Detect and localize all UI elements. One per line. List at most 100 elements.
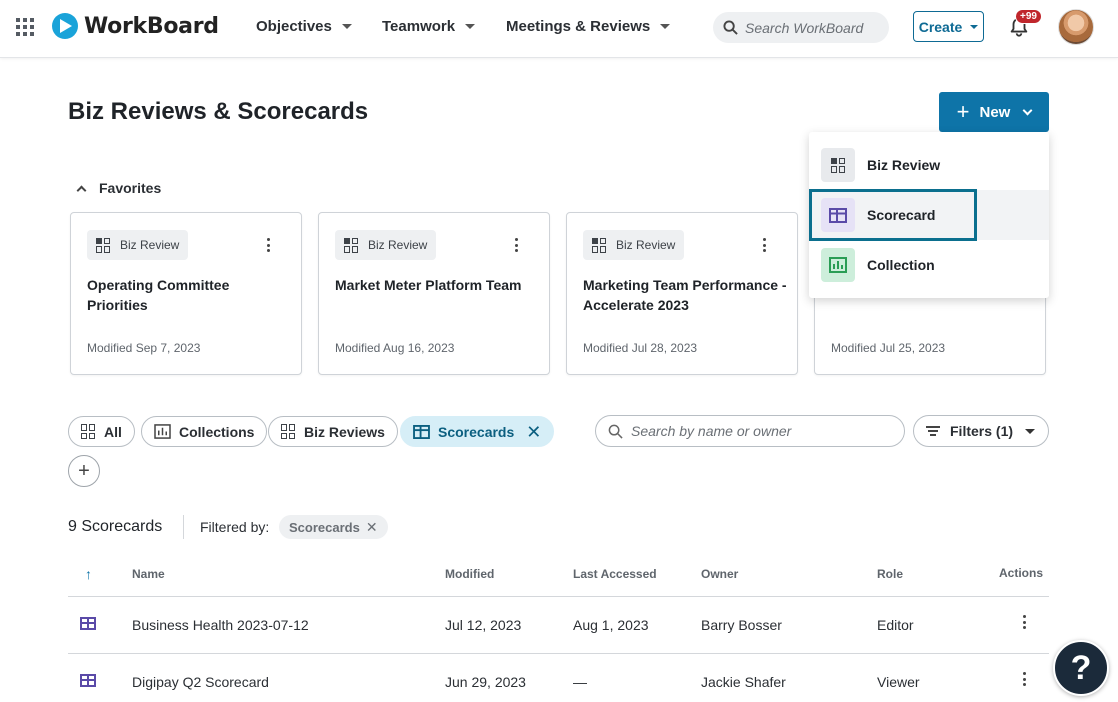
nav-teamwork-label: Teamwork [382,18,456,35]
chip-label: Biz Reviews [304,423,385,440]
plus-icon: + [956,99,970,124]
card-type-label: Biz Review [120,238,180,252]
card-type-chip: Biz Review [87,230,189,260]
card-type-label: Biz Review [368,238,428,252]
row-name[interactable]: Digipay Q2 Scorecard [132,674,269,690]
sort-ascending-icon[interactable]: ↑ [85,566,92,582]
workboard-logo[interactable]: WorkBoard [52,13,219,39]
table-row[interactable]: Business Health 2023-07-12 Jul 12, 2023 … [68,597,1049,653]
nav-teamwork[interactable]: Teamwork [382,18,476,35]
grid-icon [821,148,855,182]
global-search[interactable] [713,12,889,43]
more-options-icon[interactable] [1023,615,1027,632]
more-options-icon[interactable] [763,238,767,255]
list-search-input[interactable] [631,423,891,439]
close-icon[interactable]: ✕ [526,423,541,441]
logo-text: WorkBoard [84,13,219,39]
menu-item-scorecard[interactable]: Scorecard [809,190,1049,240]
help-button[interactable]: ? [1053,640,1109,696]
chip-all[interactable]: All [68,416,135,447]
add-filter-button[interactable]: + [68,455,100,487]
nav-meetings-reviews-label: Meetings & Reviews [506,18,651,35]
divider [183,515,184,539]
new-button-label: New [979,103,1011,121]
card-modified: Modified Jul 28, 2023 [583,341,698,355]
column-header-actions: Actions [999,566,1044,580]
row-role: Editor [877,617,914,633]
column-header-modified[interactable]: Modified [445,567,494,581]
card-modified: Modified Sep 7, 2023 [87,341,201,355]
nav-objectives[interactable]: Objectives [256,18,352,35]
chip-biz-reviews[interactable]: Biz Reviews [268,416,398,447]
favorites-toggle[interactable]: Favorites [76,180,161,196]
column-header-owner[interactable]: Owner [701,567,738,581]
row-modified: Jul 12, 2023 [445,617,522,633]
favorite-card[interactable]: Biz Review Marketing Team Performance - … [566,212,798,375]
filters-label: Filters (1) [950,423,1014,439]
grid-icon [281,424,296,439]
page-title: Biz Reviews & Scorecards [68,98,369,125]
card-title: Market Meter Platform Team [335,277,522,293]
card-type-label: Biz Review [616,238,676,252]
caret-down-icon [1025,428,1036,434]
new-button[interactable]: + New [939,92,1049,132]
chevron-down-icon [1022,105,1033,115]
grid-icon [96,237,111,253]
caret-down-icon [465,24,476,29]
more-options-icon[interactable] [1023,672,1027,689]
menu-item-label: Biz Review [867,157,941,173]
column-header-role[interactable]: Role [877,567,903,581]
create-button[interactable]: Create [913,11,984,42]
nav-meetings-reviews[interactable]: Meetings & Reviews [506,18,671,35]
more-options-icon[interactable] [267,238,271,255]
more-options-icon[interactable] [515,238,519,255]
list-search[interactable] [595,415,905,447]
column-header-last-accessed[interactable]: Last Accessed [573,567,657,581]
card-title: Operating Committee Priorities [87,277,230,313]
chip-label: Collections [179,423,255,440]
create-button-label: Create [918,18,963,35]
row-name[interactable]: Business Health 2023-07-12 [132,617,309,633]
new-dropdown-menu: Biz Review Scorecard Collection [809,132,1049,298]
row-owner: Barry Bosser [701,617,782,633]
row-last-accessed: — [573,674,587,690]
card-type-chip: Biz Review [583,230,685,260]
card-modified: Modified Aug 16, 2023 [335,341,455,355]
global-search-input[interactable] [745,19,885,36]
row-last-accessed: Aug 1, 2023 [573,617,649,633]
top-navigation-bar: WorkBoard Objectives Teamwork Meetings &… [0,0,1118,58]
table-icon [821,198,855,232]
column-header-name[interactable]: Name [132,567,165,581]
menu-item-collection[interactable]: Collection [809,240,1049,290]
caret-down-icon [341,24,352,29]
user-avatar[interactable] [1058,9,1094,45]
filtered-by-label: Filtered by: [200,519,270,535]
app-launcher-icon[interactable] [16,18,34,36]
table-row[interactable]: Digipay Q2 Scorecard Jun 29, 2023 — Jack… [68,654,1049,702]
menu-item-biz-review[interactable]: Biz Review [809,140,1049,190]
filtered-by-chip-label: Scorecards [289,519,360,535]
card-modified: Modified Jul 25, 2023 [831,341,946,355]
logo-mark-icon [52,13,78,39]
search-icon [608,424,623,439]
grid-icon [81,424,96,439]
chip-collections[interactable]: Collections [141,416,268,447]
chart-icon [821,248,855,282]
search-icon [723,20,738,35]
grid-icon [592,237,607,253]
menu-item-label: Collection [867,257,935,273]
chip-scorecards[interactable]: Scorecards ✕ [400,416,555,447]
favorite-card[interactable]: Biz Review Market Meter Platform Team Mo… [318,212,550,375]
caret-down-icon [660,24,671,29]
filtered-by-chip: Scorecards ✕ [279,515,388,539]
nav-objectives-label: Objectives [256,18,332,35]
filter-icon [926,424,940,439]
close-icon[interactable]: ✕ [366,519,378,536]
chevron-up-icon [76,185,87,195]
row-owner: Jackie Shafer [701,674,786,690]
chip-label: Scorecards [438,423,515,440]
row-role: Viewer [877,674,920,690]
row-modified: Jun 29, 2023 [445,674,526,690]
filters-button[interactable]: Filters (1) [913,415,1049,447]
favorite-card[interactable]: Biz Review Operating Committee Prioritie… [70,212,302,375]
